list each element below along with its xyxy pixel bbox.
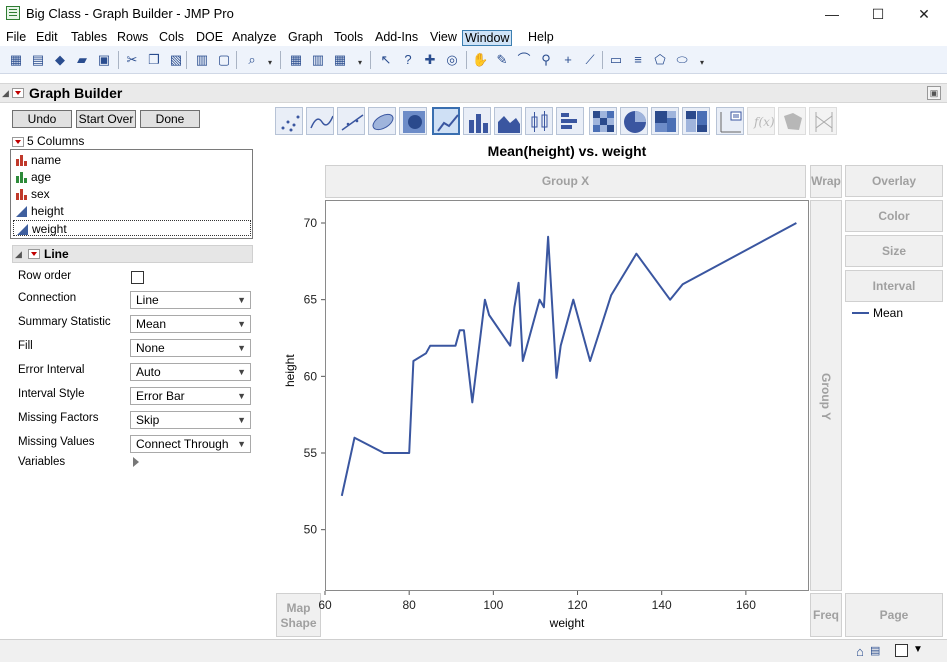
- x-tick-label: 120: [568, 598, 588, 612]
- x-tick-label: 60: [318, 598, 332, 612]
- x-tick-label: 140: [652, 598, 672, 612]
- status-bar: ⌂ ▤ ▼: [0, 639, 947, 662]
- line-chart: 50 55 60 65 70 60 80 100 120 140 160: [304, 216, 797, 612]
- x-tick-label: 80: [402, 598, 416, 612]
- chevron-down-icon[interactable]: ▼: [913, 644, 923, 655]
- window-tile-icon[interactable]: ▤: [870, 644, 880, 657]
- home-icon[interactable]: ⌂: [856, 644, 864, 659]
- y-tick-label: 60: [304, 369, 318, 383]
- y-tick-label: 65: [304, 293, 318, 307]
- x-tick-label: 160: [736, 598, 756, 612]
- y-tick-label: 50: [304, 523, 318, 537]
- window-select-icon[interactable]: [895, 644, 908, 657]
- series-line-mean: [340, 222, 797, 497]
- x-tick-label: 100: [483, 598, 503, 612]
- y-tick-label: 55: [304, 446, 318, 460]
- y-tick-label: 70: [304, 216, 318, 230]
